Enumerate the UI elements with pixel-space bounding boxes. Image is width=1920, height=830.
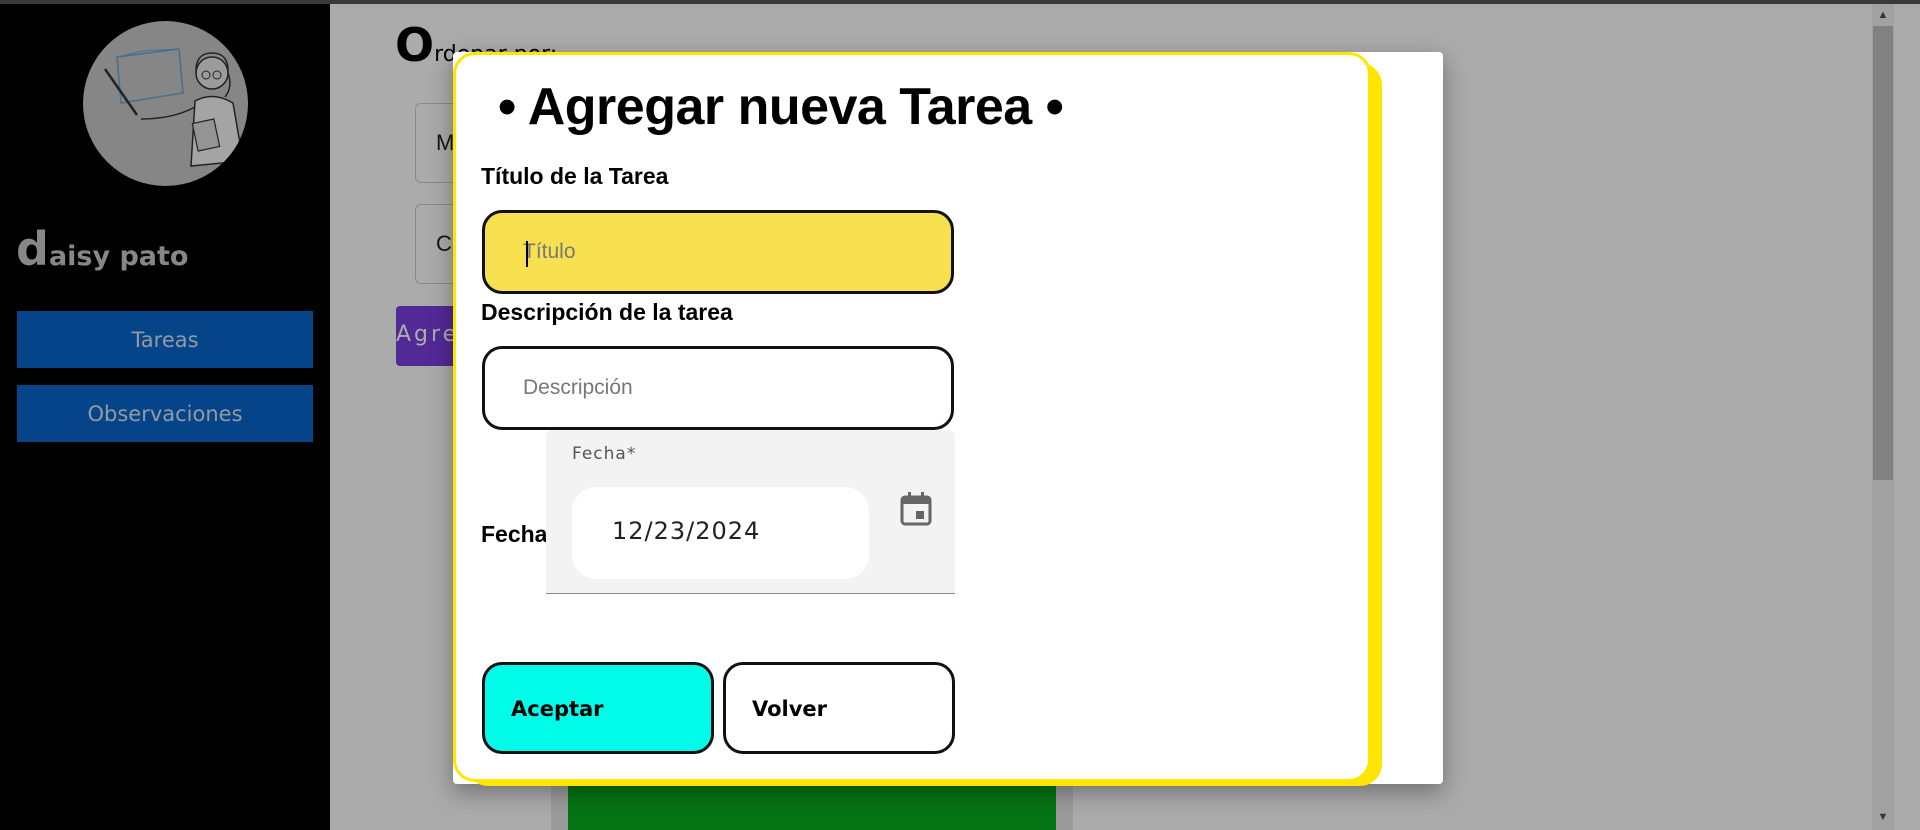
date-label: Fecha [481,521,548,547]
task-title-label: Título de la Tarea [481,163,669,189]
task-description-label: Descripción de la tarea [481,299,733,325]
date-value: 12/23/2024 [612,517,761,545]
task-description-field[interactable] [482,346,954,430]
dialog-title: • Agregar nueva Tarea • [498,78,1064,136]
back-button-label: Volver [752,697,828,721]
text-cursor [526,241,528,267]
task-description-input[interactable] [523,349,923,427]
date-floating-label: Fecha* [572,444,637,464]
calendar-icon[interactable] [899,491,933,527]
accept-button[interactable]: Aceptar [482,662,714,754]
accept-button-label: Aceptar [511,697,604,721]
task-title-field[interactable] [482,210,954,294]
task-title-input[interactable] [523,213,923,291]
back-button[interactable]: Volver [723,662,955,754]
